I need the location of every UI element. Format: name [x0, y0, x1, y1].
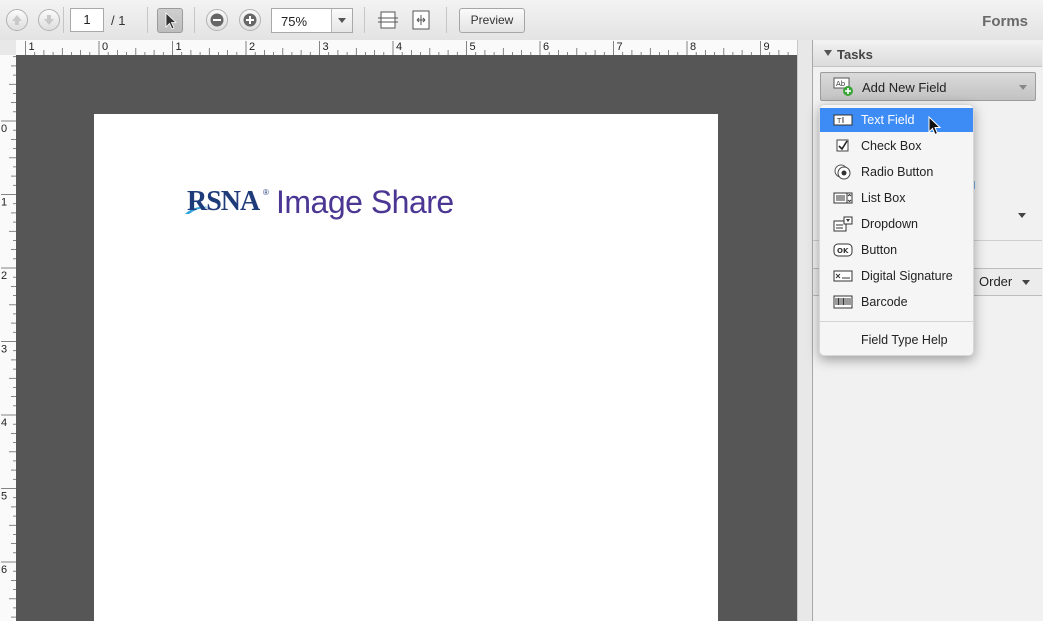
ruler-label: 4 — [396, 41, 402, 53]
menu-item-label: Field Type Help — [861, 333, 948, 347]
text-field-icon: T — [833, 114, 853, 126]
add-new-field-button[interactable]: Ab Add New Field — [820, 72, 1036, 101]
toolbar: 1 / 1 75% Preview Forms — [0, 0, 1043, 41]
ruler-label: 7 — [617, 41, 623, 53]
ruler-label: 0 — [1, 123, 7, 135]
ruler-label: 1 — [1, 197, 7, 209]
check-box-icon — [836, 139, 849, 152]
menu-item-label: Check Box — [861, 139, 922, 153]
tasks-title: Tasks — [837, 47, 873, 62]
dropdown-icon — [833, 216, 853, 232]
toolbar-separator — [147, 7, 148, 33]
ruler-label: 6 — [1, 564, 7, 576]
chevron-down-icon — [338, 18, 346, 23]
menu-item-check-box[interactable]: Check Box — [820, 134, 973, 158]
logo-text: Image Share — [276, 184, 454, 220]
add-new-field-label: Add New Field — [862, 80, 947, 95]
preview-button[interactable]: Preview — [459, 8, 525, 33]
toolbar-separator — [364, 7, 365, 33]
ruler-left-ticks: 0 1 2 3 4 5 6 — [1, 56, 16, 618]
ruler-top-ticks: 1 0 1 2 3 4 5 6 7 8 9 — [25, 41, 789, 55]
chevron-down-icon — [1019, 85, 1027, 90]
ruler-label: 8 — [690, 41, 696, 53]
svg-text:OK: OK — [837, 247, 849, 255]
toolbar-separator — [194, 7, 195, 33]
arrow-up-icon — [12, 15, 22, 25]
list-box-icon — [833, 192, 853, 204]
ruler-corner — [0, 40, 16, 55]
menu-item-label: List Box — [861, 191, 906, 205]
zoom-value: 75% — [281, 14, 308, 29]
zoom-in-button[interactable] — [239, 9, 261, 31]
svg-text:Ab: Ab — [836, 80, 846, 88]
fit-page-icon[interactable] — [410, 9, 432, 31]
menu-item-list-box[interactable]: List Box — [820, 186, 973, 210]
svg-text:T: T — [836, 117, 842, 125]
logo-mark: RSNA — [187, 186, 260, 217]
menu-item-button[interactable]: OK Button — [820, 238, 973, 262]
ruler-label: 3 — [1, 344, 7, 356]
radio-button-icon — [834, 164, 851, 180]
document-page[interactable]: RSNA ® Image Share — [94, 114, 718, 621]
add-field-icon: Ab — [833, 77, 853, 96]
tasks-header[interactable]: Tasks — [813, 44, 1042, 67]
ruler-label: 4 — [1, 417, 7, 429]
panel-divider[interactable] — [797, 40, 813, 621]
digital-signature-icon — [833, 270, 853, 282]
mode-title: Forms — [982, 13, 1028, 30]
menu-item-radio-button[interactable]: Radio Button — [820, 160, 973, 184]
menu-item-dropdown[interactable]: Dropdown — [820, 212, 973, 236]
menu-item-label: Dropdown — [861, 217, 918, 231]
barcode-icon — [833, 295, 853, 309]
arrow-down-icon — [44, 15, 54, 25]
fit-width-icon[interactable] — [377, 9, 399, 31]
zoom-dropdown-arrow[interactable] — [331, 9, 352, 32]
plus-icon — [243, 13, 257, 27]
ruler-top: 1 0 1 2 3 4 5 6 7 8 9 — [16, 40, 797, 56]
ruler-label: 1 — [176, 41, 182, 53]
chevron-down-icon[interactable] — [1018, 213, 1026, 218]
ruler-left: 0 1 2 3 4 5 6 — [0, 55, 17, 621]
ruler-label: 5 — [470, 41, 476, 53]
zoom-out-button[interactable] — [206, 9, 228, 31]
toolbar-separator — [446, 7, 447, 33]
ruler-label: 0 — [102, 41, 108, 53]
minus-icon — [210, 13, 224, 27]
next-page-button[interactable] — [38, 9, 60, 31]
menu-item-label: Radio Button — [861, 165, 934, 179]
menu-item-label: Digital Signature — [861, 269, 953, 283]
disclosure-triangle-icon — [824, 50, 832, 56]
document-canvas[interactable]: RSNA ® Image Share — [16, 55, 797, 621]
ruler-label: 5 — [1, 491, 7, 503]
order-label: Order — [979, 274, 1013, 289]
select-tool-button[interactable] — [157, 8, 183, 33]
ruler-label: 6 — [543, 41, 549, 53]
toolbar-separator — [63, 7, 64, 33]
zoom-select[interactable]: 75% — [271, 8, 353, 33]
chevron-down-icon — [1022, 280, 1030, 285]
page-total-label: / 1 — [111, 13, 126, 28]
menu-item-text-field[interactable]: T Text Field — [820, 108, 973, 132]
menu-item-field-type-help[interactable]: Field Type Help — [820, 328, 973, 352]
page-number-input[interactable]: 1 — [70, 8, 104, 32]
logo-registered-mark: ® — [263, 188, 269, 197]
ruler-label: 9 — [764, 41, 770, 53]
ruler-label: 2 — [1, 270, 7, 282]
menu-item-digital-signature[interactable]: Digital Signature — [820, 264, 973, 288]
ruler-label: 1 — [29, 41, 35, 53]
mouse-cursor-icon — [928, 116, 942, 136]
previous-page-button[interactable] — [6, 9, 28, 31]
button-icon: OK — [833, 243, 853, 257]
menu-item-barcode[interactable]: Barcode — [820, 290, 973, 314]
menu-separator — [820, 321, 973, 322]
menu-item-label: Button — [861, 243, 898, 257]
add-field-menu: T Text Field Check Box Radio Button List… — [819, 104, 974, 356]
menu-item-label: Text Field — [861, 113, 915, 127]
pointer-icon — [165, 12, 178, 30]
ruler-label: 3 — [323, 41, 329, 53]
ruler-label: 2 — [249, 41, 255, 53]
menu-item-label: Barcode — [861, 295, 908, 309]
